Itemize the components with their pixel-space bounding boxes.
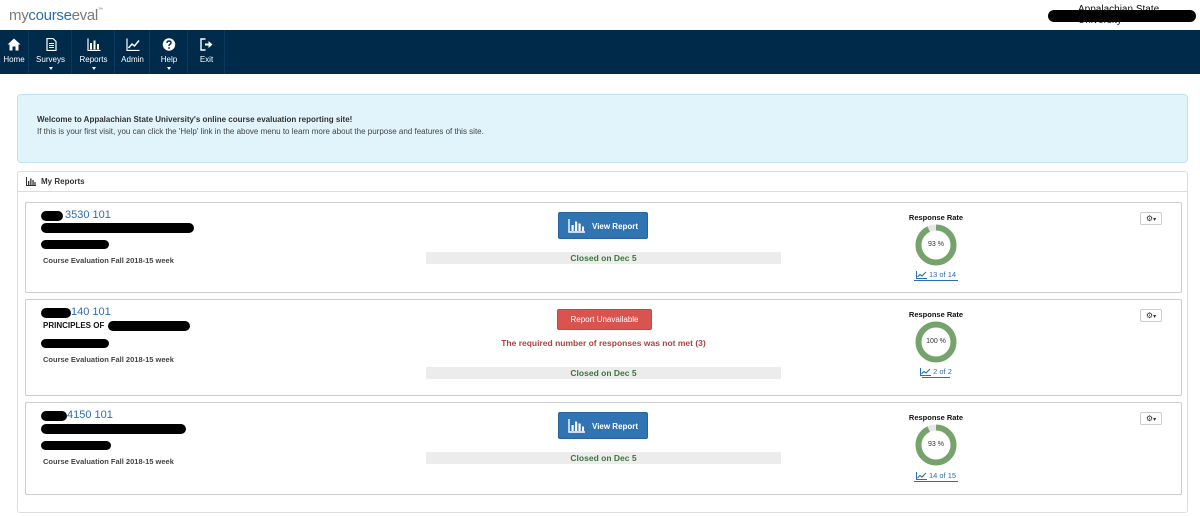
response-count-link[interactable]: 2 of 2: [896, 367, 976, 378]
response-rate-label: Response Rate: [908, 213, 964, 222]
bar-chart-icon: [568, 419, 585, 433]
response-rate-percent: 93 %: [928, 441, 944, 448]
report-card: 4150 101 Course Evaluation Fall 2018-15 …: [25, 402, 1182, 495]
redaction-mark: [41, 424, 186, 434]
course-number-link[interactable]: 4150 101: [67, 409, 113, 421]
link-underline: [914, 280, 958, 281]
chevron-down-icon: [48, 67, 53, 70]
nav-surveys[interactable]: Surveys: [30, 30, 72, 74]
link-underline: [922, 377, 950, 378]
question-icon: [162, 38, 176, 51]
view-report-button[interactable]: View Report: [558, 212, 648, 239]
settings-dropdown-button[interactable]: ⚙▾: [1140, 412, 1162, 425]
main-nav: Home Surveys Reports Admin Help Exit: [0, 30, 1200, 74]
chevron-down-icon: ▾: [1153, 217, 1157, 223]
nav-label: Surveys: [36, 55, 65, 64]
redaction-mark: [41, 308, 71, 318]
response-count: 13 of 14: [928, 270, 957, 279]
nav-label: Exit: [199, 55, 214, 64]
nav-label: Home: [3, 55, 25, 64]
course-number-link[interactable]: 3530 101: [65, 209, 111, 221]
chevron-down-icon: ▾: [1153, 417, 1157, 423]
view-report-button[interactable]: View Report: [558, 412, 648, 439]
logo-my: my: [9, 7, 29, 24]
closed-status: Closed on Dec 5: [426, 367, 781, 379]
nav-home[interactable]: Home: [0, 30, 29, 74]
home-icon: [7, 38, 21, 51]
nav-exit[interactable]: Exit: [189, 30, 225, 74]
response-count-link[interactable]: 13 of 14: [896, 270, 976, 281]
response-rate-label: Response Rate: [908, 310, 964, 319]
settings-dropdown-button[interactable]: ⚙▾: [1140, 212, 1162, 225]
nav-label: Reports: [79, 55, 108, 64]
nav-admin[interactable]: Admin: [116, 30, 150, 74]
redaction-mark: [41, 411, 67, 421]
response-rate-label: Response Rate: [908, 413, 964, 422]
evaluation-name: Course Evaluation Fall 2018-15 week: [43, 256, 174, 265]
welcome-alert: Welcome to Appalachian State University'…: [17, 94, 1188, 163]
exit-icon: [199, 38, 212, 51]
response-rate-donut: 100 %: [914, 320, 958, 364]
line-chart-icon: [125, 38, 140, 51]
closed-status: Closed on Dec 5: [426, 452, 781, 464]
chevron-down-icon: [91, 67, 96, 70]
line-chart-icon: [915, 271, 927, 280]
closed-status: Closed on Dec 5: [426, 252, 781, 264]
response-count: 2 of 2: [933, 367, 952, 376]
report-unavailable-button[interactable]: Report Unavailable: [557, 309, 652, 330]
chevron-down-icon: [167, 67, 171, 70]
response-rate-donut: 93 %: [914, 223, 958, 267]
report-card: 3530 101 Course Evaluation Fall 2018-15 …: [25, 202, 1182, 293]
redaction-mark: [41, 240, 109, 249]
button-label: View Report: [592, 222, 639, 231]
settings-dropdown-button[interactable]: ⚙▾: [1140, 309, 1162, 322]
my-reports-panel: My Reports 3530 101 Course Evaluation Fa…: [17, 171, 1188, 513]
panel-title: My Reports: [41, 177, 85, 186]
bar-chart-icon: [86, 38, 100, 51]
redaction-mark: [41, 339, 109, 348]
line-chart-icon: [920, 368, 932, 377]
bar-chart-icon: [568, 219, 585, 233]
mycourseeval-logo[interactable]: mycourseeval™: [9, 7, 103, 24]
logo-trademark: ™: [97, 7, 103, 13]
response-count: 14 of 15: [928, 471, 957, 480]
button-label: View Report: [592, 422, 639, 431]
evaluation-name: Course Evaluation Fall 2018-15 week: [43, 355, 174, 364]
top-header: mycourseeval™ Appalachian State Universi…: [0, 0, 1200, 30]
response-count-link[interactable]: 14 of 15: [896, 471, 976, 482]
evaluation-name: Course Evaluation Fall 2018-15 week: [43, 457, 174, 466]
redaction-mark: [41, 441, 111, 450]
link-underline: [914, 481, 958, 482]
redaction-mark: [41, 211, 63, 221]
redaction-mark: [41, 223, 194, 233]
gear-icon: ⚙: [1145, 414, 1154, 423]
welcome-title: Welcome to Appalachian State University'…: [37, 115, 353, 124]
response-rate-percent: 93 %: [928, 241, 944, 248]
required-responses-message: The required number of responses was not…: [501, 338, 706, 348]
gear-icon: ⚙: [1145, 311, 1154, 320]
logo-course: course: [28, 7, 72, 24]
nav-reports[interactable]: Reports: [73, 30, 115, 74]
course-number-link[interactable]: 140 101: [71, 306, 111, 318]
document-icon: [45, 38, 57, 51]
line-chart-icon: [915, 472, 927, 481]
chevron-down-icon: ▾: [1153, 314, 1157, 320]
university-name: Appalachian State University: [1078, 4, 1160, 26]
response-rate-donut: 93 %: [914, 423, 958, 467]
nav-help[interactable]: Help: [151, 30, 188, 74]
course-title: PRINCIPLES OF: [43, 321, 105, 330]
redaction-mark: [108, 321, 190, 331]
logo-eval: eval: [71, 7, 99, 24]
bar-chart-icon: [26, 177, 36, 186]
welcome-body: If this is your first visit, you can cli…: [37, 127, 484, 136]
panel-header: My Reports: [18, 172, 1187, 192]
nav-label: Help: [160, 55, 178, 64]
response-rate-percent: 100 %: [926, 338, 946, 345]
report-card: 140 101 PRINCIPLES OF Course Evaluation …: [25, 299, 1182, 396]
gear-icon: ⚙: [1145, 214, 1154, 223]
nav-label: Admin: [121, 55, 144, 64]
